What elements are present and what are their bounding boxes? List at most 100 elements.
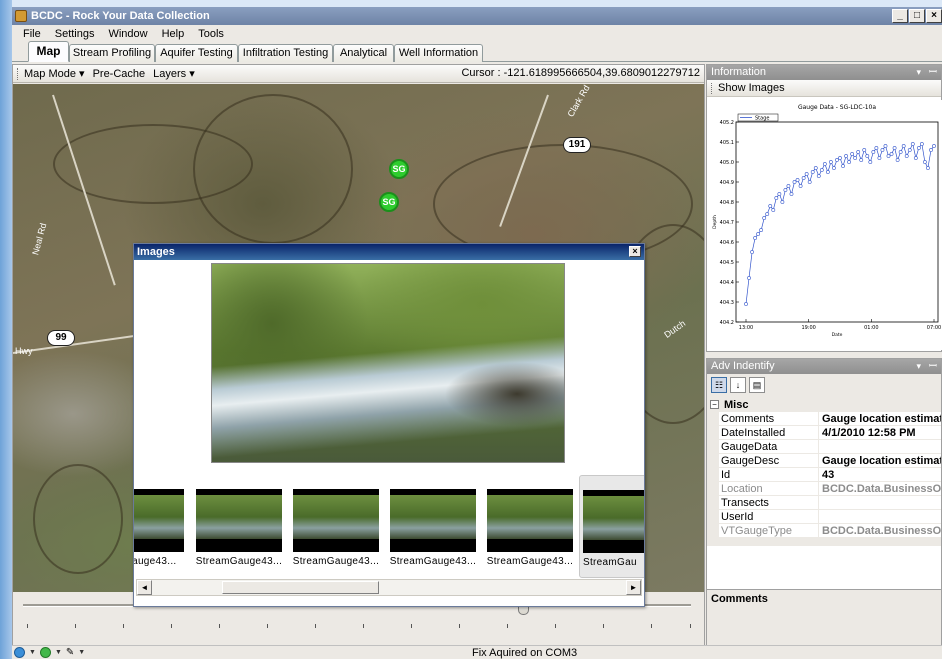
property-category[interactable]: − Misc	[707, 397, 941, 412]
maximize-button[interactable]: □	[909, 9, 925, 23]
images-dialog-close-button[interactable]: ×	[629, 246, 641, 257]
property-value[interactable]: Gauge location estimated	[819, 412, 941, 425]
property-row[interactable]: GaugeData	[707, 440, 941, 454]
property-row[interactable]: LocationBCDC.Data.BusinessObjects	[707, 482, 941, 496]
property-key: GaugeDesc	[707, 454, 819, 468]
pin-icon[interactable]: ꟷ	[929, 359, 937, 374]
tab-map[interactable]: Map	[28, 41, 69, 62]
chart-data-point	[871, 150, 876, 154]
property-value[interactable]: BCDC.Data.BusinessObjects	[819, 482, 941, 495]
property-grid-empty-area	[707, 546, 941, 590]
toolbar-grip[interactable]	[17, 67, 20, 80]
chevron-down-icon[interactable]: ▼	[55, 647, 62, 658]
thumbnail-caption: StreamGauge43...	[195, 556, 283, 567]
title-bar[interactable]: BCDC - Rock Your Data Collection _ □ ×	[12, 7, 942, 25]
scrollbar-thumb[interactable]	[222, 581, 379, 594]
pen-icon[interactable]: ✎	[66, 647, 74, 658]
chart-y-axis-label: Depth	[712, 215, 718, 229]
chart-data-point	[780, 200, 785, 204]
menu-bar: File Settings Window Help Tools	[12, 25, 942, 42]
collapse-icon[interactable]: −	[710, 400, 719, 409]
property-rows: CommentsGauge location estimatedDateInst…	[707, 412, 941, 538]
alphabetical-sort-icon[interactable]: ↓	[730, 377, 746, 393]
thumbnail-item[interactable]: StreamGauge43...	[293, 489, 379, 575]
menu-help[interactable]: Help	[155, 28, 192, 40]
chart-x-tick-label: 13:00	[739, 325, 753, 331]
menu-settings[interactable]: Settings	[48, 28, 102, 40]
tab-stream-profiling[interactable]: Stream Profiling	[69, 44, 155, 62]
thumbnail-image	[134, 489, 184, 552]
images-dialog-titlebar[interactable]: Images ×	[134, 244, 644, 260]
property-pages-icon[interactable]: ▤	[749, 377, 765, 393]
stream-gauge-marker[interactable]: SG	[379, 192, 399, 212]
route-shield-99: 99	[47, 330, 75, 346]
thumbnail-item[interactable]: Gauge43...	[134, 489, 184, 575]
property-grid-toolbar: ☷ ↓ ▤	[707, 374, 941, 396]
menu-file[interactable]: File	[16, 28, 48, 40]
road-label-neal: Neal Rd	[30, 222, 49, 256]
minimize-button[interactable]: _	[892, 9, 908, 23]
property-value[interactable]: 4/1/2010 12:58 PM	[819, 426, 941, 439]
chart-data-point	[798, 184, 803, 188]
property-value[interactable]: 43	[819, 468, 941, 481]
property-row[interactable]: UserId	[707, 510, 941, 524]
chart-data-point	[810, 170, 815, 174]
tab-well-information[interactable]: Well Information	[394, 44, 483, 62]
property-row[interactable]: DateInstalled 4/1/2010 12:58 PM	[707, 426, 941, 440]
app-icon	[15, 10, 27, 22]
tab-infiltration-testing[interactable]: Infiltration Testing	[238, 44, 333, 62]
slider-tick	[315, 624, 316, 628]
tab-aquifer-testing[interactable]: Aquifer Testing	[155, 44, 238, 62]
comments-label: Comments	[711, 593, 768, 605]
chart-data-point	[819, 168, 824, 172]
chart-data-point	[777, 192, 782, 196]
scroll-right-button[interactable]: ►	[626, 580, 641, 595]
property-value[interactable]	[819, 510, 941, 523]
thumbnail-item[interactable]: StreamGauge43...	[196, 489, 282, 575]
road-label-hwy: Hwy	[15, 346, 33, 356]
menu-window[interactable]: Window	[101, 28, 154, 40]
close-button[interactable]: ×	[926, 9, 942, 23]
chart-data-point	[801, 176, 806, 180]
adv-identify-header[interactable]: Adv Indentify ▾ ꟷ	[707, 359, 941, 374]
property-row[interactable]: Transects	[707, 496, 941, 510]
scroll-left-button[interactable]: ◄	[137, 580, 152, 595]
property-row[interactable]: CommentsGauge location estimated	[707, 412, 941, 426]
panel-dropdown-icon[interactable]: ▾	[916, 359, 921, 374]
information-panel-header[interactable]: Information ▾ ꟷ	[707, 65, 941, 80]
thumbnail-item[interactable]: StreamGauge43...	[487, 489, 573, 575]
chart-data-point	[771, 208, 776, 212]
toolbar-grip[interactable]	[711, 82, 714, 94]
show-images-button[interactable]: Show Images	[718, 82, 785, 94]
terrain-ridge	[193, 94, 353, 244]
layers-dropdown[interactable]: Layers ▾	[153, 67, 195, 80]
thumbnail-scrollbar[interactable]: ◄ ►	[136, 579, 642, 596]
property-row[interactable]: Id 43	[707, 468, 941, 482]
thumbnail-item[interactable]: StreamGauge43...	[390, 489, 476, 575]
chevron-down-icon[interactable]: ▼	[29, 647, 36, 658]
stream-gauge-marker[interactable]: SG	[389, 159, 409, 179]
gps-icon[interactable]	[14, 647, 25, 658]
categorized-icon[interactable]: ☷	[711, 377, 727, 393]
chart-series-line	[745, 142, 935, 305]
property-value[interactable]	[819, 440, 941, 453]
chart-data-point	[877, 156, 882, 160]
menu-tools[interactable]: Tools	[191, 28, 231, 40]
property-value[interactable]: Gauge location estimated	[819, 454, 941, 467]
map-mode-dropdown[interactable]: Map Mode ▾	[24, 67, 85, 80]
thumbnail-strip: Gauge43... StreamGauge43... StreamGauge4…	[134, 475, 644, 578]
connection-icon[interactable]	[39, 647, 51, 658]
chevron-down-icon[interactable]: ▼	[78, 647, 85, 658]
property-key: Id	[707, 468, 819, 482]
property-row[interactable]: GaugeDescGauge location estimated	[707, 454, 941, 468]
pin-icon[interactable]: ꟷ	[929, 65, 937, 80]
chart-data-point	[886, 154, 891, 158]
thumbnail-item-selected[interactable]: StreamGau	[579, 475, 644, 578]
panel-dropdown-icon[interactable]: ▾	[916, 65, 921, 80]
property-value[interactable]: BCDC.Data.BusinessObjects	[819, 524, 941, 537]
tab-analytical[interactable]: Analytical	[333, 44, 394, 62]
chart-data-point	[838, 156, 842, 160]
property-row[interactable]: VTGaugeTypeBCDC.Data.BusinessObjects	[707, 524, 941, 538]
property-value[interactable]	[819, 496, 941, 509]
pre-cache-button[interactable]: Pre-Cache	[93, 68, 146, 80]
